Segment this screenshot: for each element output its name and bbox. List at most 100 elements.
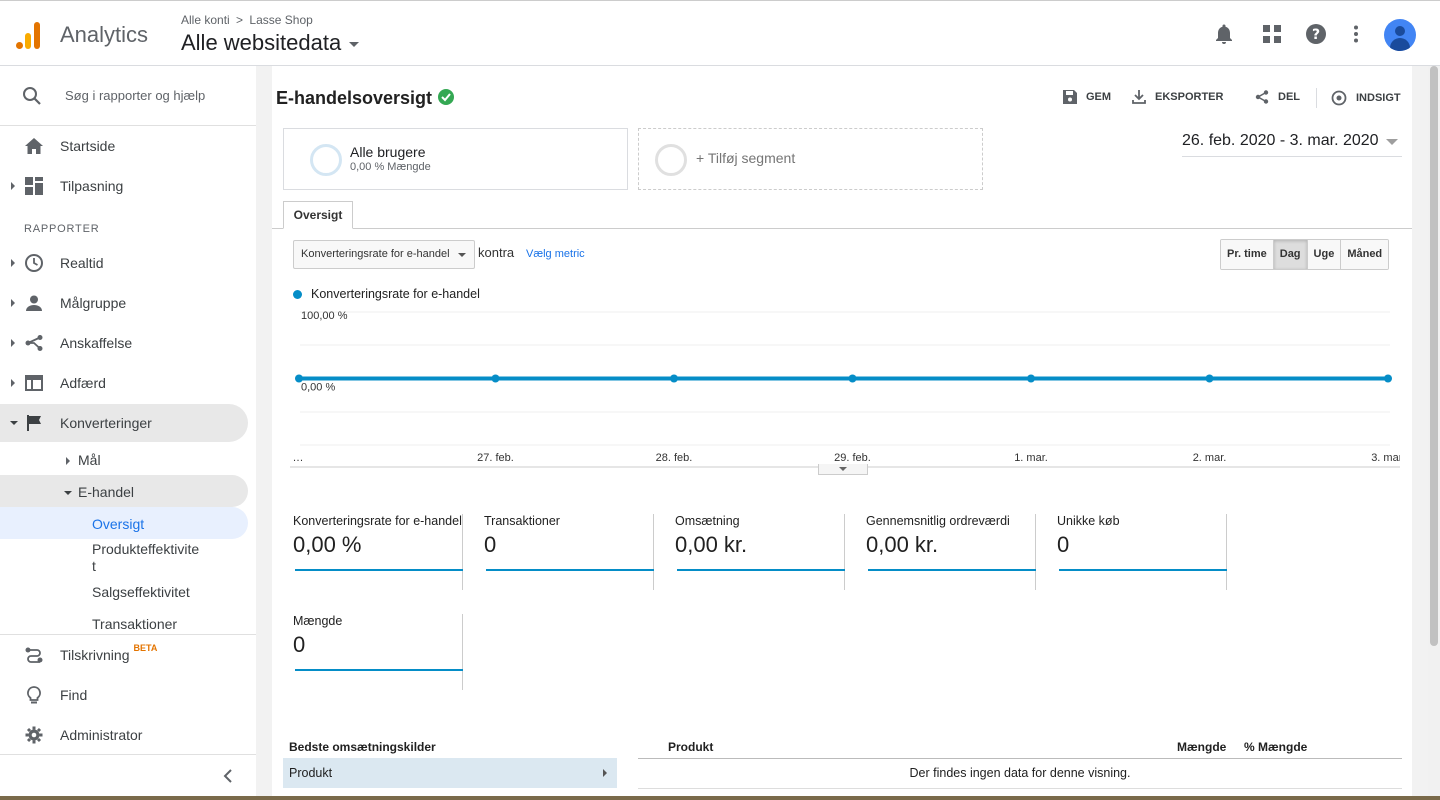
apps-grid-icon[interactable]	[1261, 23, 1283, 45]
scorecard-conversion-rate[interactable]: Konverteringsrate for e-handel 0,00 %	[272, 514, 463, 590]
page-title-text: E-handelsoversigt	[276, 88, 433, 108]
data-point[interactable]	[295, 374, 303, 383]
sidebar-search[interactable]: Søg i rapporter og hjælp	[0, 66, 256, 126]
sidebar-item-product-performance[interactable]: Produkteffektivite t	[92, 541, 220, 575]
breadcrumb-account[interactable]: Alle konti	[181, 13, 230, 27]
scorecard-name: Gennemsnitlig ordreværdi	[866, 514, 1010, 528]
search-placeholder: Søg i rapporter og hjælp	[65, 88, 206, 103]
sidebar-item-label: Startside	[60, 138, 116, 154]
scorecard-transactions[interactable]: Transaktioner 0	[463, 514, 654, 590]
select-metric-link[interactable]: Vælg metric	[526, 248, 585, 260]
sidebar-item-label: Administrator	[60, 727, 143, 743]
help-icon[interactable]: ?	[1305, 23, 1327, 45]
sidebar-item-goals[interactable]: Mål	[66, 452, 101, 468]
column-header-product[interactable]: Produkt	[668, 740, 713, 754]
behavior-icon	[24, 373, 44, 393]
sidebar-item-overview[interactable]: Oversigt	[92, 516, 144, 532]
x-tick-label: 3. mar.	[1371, 452, 1400, 464]
table-empty-message: Der findes ingen data for denne visning.	[909, 766, 1131, 780]
scorecard-name: Konverteringsrate for e-handel	[293, 514, 462, 528]
scrollbar-thumb[interactable]	[1430, 66, 1438, 646]
save-button[interactable]: GEM	[1063, 90, 1111, 104]
sidebar-item-ecommerce[interactable]: E-handel	[64, 484, 134, 500]
sidebar-item-realtime[interactable]: Realtid	[0, 244, 248, 282]
period-month-button[interactable]: Måned	[1341, 240, 1389, 269]
tab-overview[interactable]: Oversigt	[283, 201, 353, 229]
sidebar-item-conversions[interactable]: Konverteringer	[0, 404, 248, 442]
page-title: E-handelsoversigt	[276, 88, 455, 109]
caret-down-icon	[839, 467, 847, 471]
segment-all-users[interactable]: Alle brugere 0,00 % Mængde	[283, 128, 628, 190]
sidebar-item-audience[interactable]: Målgruppe	[0, 284, 248, 322]
segment-sub: 0,00 % Mængde	[350, 161, 431, 173]
section-label-reports: RAPPORTER	[24, 223, 100, 235]
acquisition-icon	[24, 333, 44, 353]
date-range-picker[interactable]: 26. feb. 2020 - 3. mar. 2020	[1182, 132, 1402, 157]
sidebar-item-behavior[interactable]: Adfærd	[0, 364, 248, 402]
lightbulb-icon	[24, 685, 44, 705]
scorecard-unique-purchases[interactable]: Unikke køb 0	[1036, 514, 1227, 590]
expand-arrow-icon	[66, 457, 70, 466]
breadcrumb-property[interactable]: Lasse Shop	[249, 13, 312, 27]
data-point[interactable]	[848, 374, 857, 383]
breadcrumb[interactable]: Alle konti > Lasse Shop	[181, 13, 313, 27]
data-point[interactable]	[491, 374, 500, 383]
insights-button[interactable]: INDSIGT	[1331, 90, 1401, 106]
scorecard-sparkline	[1059, 569, 1227, 571]
data-point[interactable]	[670, 374, 678, 383]
collapse-arrow-icon	[10, 421, 18, 425]
beta-badge: BETA	[133, 643, 158, 653]
collapse-sidebar-chevron-icon[interactable]	[222, 769, 234, 788]
sidebar-item-transactions[interactable]: Transaktioner	[92, 616, 177, 632]
flag-icon	[24, 413, 44, 433]
sidebar-item-home[interactable]: Startside	[0, 127, 248, 165]
sidebar-item-admin[interactable]: Administrator	[0, 716, 248, 754]
caret-down-icon	[349, 41, 360, 47]
account-avatar-icon[interactable]	[1384, 19, 1416, 51]
scorecard-avg-order-value[interactable]: Gennemsnitlig ordreværdi 0,00 kr.	[845, 514, 1036, 590]
bell-icon[interactable]	[1213, 23, 1235, 45]
sidebar-item-customization[interactable]: Tilpasning	[0, 167, 248, 205]
analytics-logo[interactable]	[16, 21, 42, 49]
table-divider	[638, 758, 1402, 759]
export-button[interactable]: EKSPORTER	[1132, 90, 1223, 104]
sidebar: Søg i rapporter og hjælp Startside Tilpa…	[0, 66, 256, 796]
period-hourly-button[interactable]: Pr. time	[1221, 240, 1274, 269]
data-point[interactable]	[1027, 374, 1035, 383]
scorecard-sparkline	[295, 669, 463, 671]
scorecard-sparkline	[295, 569, 463, 571]
column-header-quantity-percent[interactable]: % Mængde	[1244, 740, 1307, 754]
data-point[interactable]	[1384, 374, 1392, 383]
chart-resize-handle[interactable]	[818, 464, 868, 475]
expand-arrow-icon	[11, 379, 15, 387]
scorecard-value: 0	[293, 632, 306, 657]
sidebar-item-label: Tilpasning	[60, 178, 124, 194]
scorecard-revenue[interactable]: Omsætning 0,00 kr.	[654, 514, 845, 590]
sidebar-item-attribution[interactable]: Tilskrivning BETA	[0, 636, 248, 674]
share-button[interactable]: DEL	[1255, 90, 1300, 104]
period-week-button[interactable]: Uge	[1307, 240, 1342, 269]
period-day-button[interactable]: Dag	[1273, 240, 1308, 269]
view-selector[interactable]: Alle websitedata	[181, 30, 360, 56]
gear-icon	[24, 725, 44, 745]
column-header-quantity[interactable]: Mængde	[1177, 740, 1226, 754]
top-sources-row-product[interactable]: Produkt	[283, 758, 617, 788]
page-scrollbar[interactable]	[1428, 66, 1440, 796]
sidebar-item-acquisition[interactable]: Anskaffelse	[0, 324, 248, 362]
dashboard-icon	[24, 176, 44, 196]
scorecard-value: 0,00 kr.	[866, 532, 939, 557]
person-icon	[24, 293, 44, 313]
more-vert-icon[interactable]	[1345, 23, 1367, 45]
x-tick-label: 28. feb.	[656, 452, 693, 464]
download-icon	[1132, 90, 1146, 104]
tab-bar-line	[272, 228, 1412, 229]
add-segment-button[interactable]: + Tilføj segment	[638, 128, 983, 190]
data-point[interactable]	[1205, 374, 1214, 383]
sidebar-item-sales-performance[interactable]: Salgseffektivitet	[92, 584, 190, 600]
top-sources-row-label: Produkt	[289, 766, 333, 780]
sidebar-item-discover[interactable]: Find	[0, 676, 248, 714]
scorecard-quantity[interactable]: Mængde 0	[272, 614, 463, 690]
sidebar-item-label: Konverteringer	[60, 415, 152, 431]
metric-select[interactable]: Konverteringsrate for e-handel	[293, 240, 475, 269]
segment-ring-icon	[655, 144, 687, 176]
